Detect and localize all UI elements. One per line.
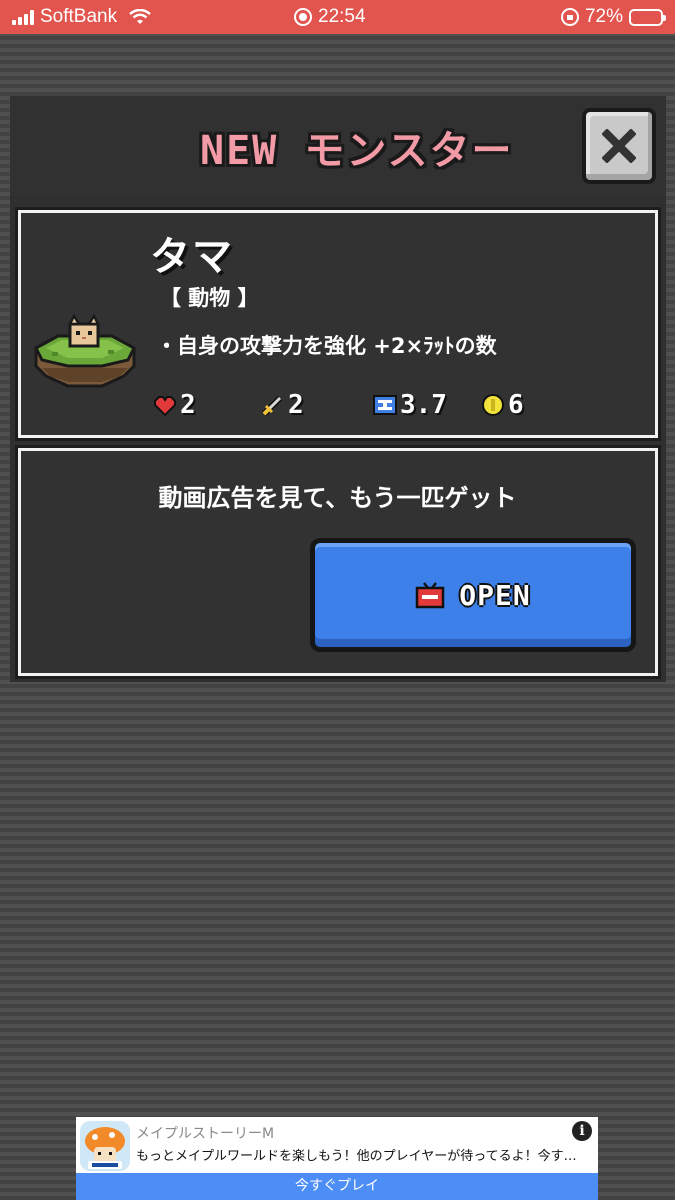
stat-energy-value: 3.7 [400,390,447,420]
status-left: SoftBank [12,6,151,28]
orientation-lock-icon [560,8,579,26]
clock: 22:54 [318,6,366,27]
signal-strength-icon [12,9,34,25]
video-ad-prompt: 動画広告を見て、もう一匹ゲット [158,484,517,512]
stat-attack: 2 [260,388,304,422]
tv-icon [416,582,445,609]
open-button-label: OPEN [459,578,531,612]
stat-coin-value: 6 [508,390,524,420]
stat-hp: 2 [152,388,196,422]
info-icon[interactable]: i [572,1121,592,1141]
status-bar: SoftBank 22:54 72% [0,0,675,34]
hourglass-icon [373,395,397,415]
banner-ad[interactable]: メイプルストーリーM もっとメイプルワールドを楽しもう！他のプレイヤーが待ってる… [76,1117,598,1200]
close-icon [602,129,636,163]
monster-ability: ・自身の攻撃力を強化 +2×ﾗｯﾄの数 [156,334,497,358]
screen-recording-icon [294,8,312,26]
carrier-label: SoftBank [40,6,118,27]
stat-hp-value: 2 [180,390,196,420]
monster-category: 【 動物 】 [160,286,259,310]
banner-app-name: メイプルストーリーM [136,1126,275,1142]
monster-sprite [34,314,136,388]
coin-icon [482,394,504,416]
app-icon[interactable] [80,1121,130,1171]
open-button[interactable]: OPEN [310,538,636,652]
monster-name: タマ [150,234,234,280]
banner-body-text: もっとメイプルワールドを楽しもう！他のプレイヤーが待ってるよ！今す… [136,1149,576,1164]
heart-icon [154,396,176,417]
open-button-content: OPEN [315,543,631,647]
battery-percent: 72% [584,6,623,27]
sword-icon [261,395,283,417]
dialog-title: NEW モンスター [200,128,514,174]
wifi-icon [129,9,151,24]
status-center: 22:54 [294,6,366,28]
stat-energy: 3.7 [372,388,447,422]
stat-attack-value: 2 [288,390,304,420]
status-right: 72% [560,6,666,28]
banner-play-button[interactable]: 今すぐプレイ [76,1173,598,1200]
close-button[interactable] [582,108,656,184]
stat-coin: 6 [480,388,524,422]
battery-icon [629,8,666,26]
